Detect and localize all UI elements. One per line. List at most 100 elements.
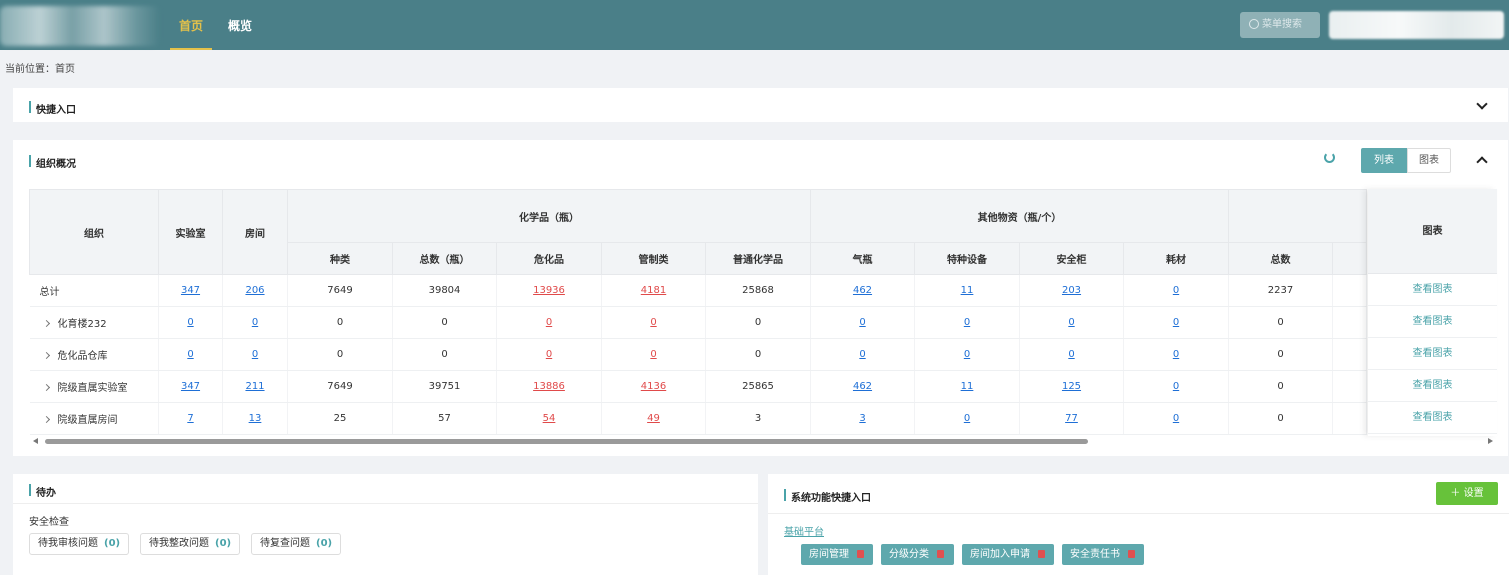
view-chart-link[interactable]: 查看图表 (1368, 274, 1497, 306)
cell-normal: 0 (705, 338, 811, 371)
link-lab[interactable]: 0 (187, 349, 193, 360)
search-icon (1249, 19, 1259, 29)
link-lab[interactable]: 0 (187, 317, 193, 328)
cell-sum: 0 (1228, 338, 1333, 371)
link-controlled[interactable]: 0 (650, 349, 656, 360)
link-controlled[interactable]: 4136 (641, 381, 666, 392)
cell-normal: 3 (705, 402, 811, 435)
chevron-right-icon[interactable] (42, 319, 50, 328)
view-chart-link[interactable]: 查看图表 (1368, 370, 1497, 402)
table-row: 危化品仓库 0 0 0 0 0 0 0 0 0 0 0 0 (29, 338, 1367, 371)
link-lab[interactable]: 7 (187, 413, 193, 424)
link-controlled[interactable]: 0 (650, 317, 656, 328)
link-cabinet[interactable]: 125 (1062, 381, 1081, 392)
link-special[interactable]: 11 (961, 381, 974, 392)
table-row: 院级直属实验室 347 211 7649 39751 13886 4136 25… (29, 370, 1367, 403)
entry-tag-responsibility[interactable]: 安全责任书 (1062, 544, 1144, 565)
chevron-down-icon[interactable] (1476, 98, 1488, 110)
cell-kinds: 7649 (287, 274, 393, 307)
link-gas[interactable]: 462 (853, 381, 872, 392)
link-consumable[interactable]: 0 (1173, 413, 1179, 424)
link-gas[interactable]: 3 (859, 413, 865, 424)
cell-total: 0 (392, 338, 497, 371)
trash-icon[interactable] (857, 550, 864, 558)
link-cabinet[interactable]: 77 (1065, 413, 1078, 424)
cell-org[interactable]: 化育楼232 (29, 306, 159, 339)
trash-icon[interactable] (1038, 550, 1045, 558)
menu-search-input[interactable]: 菜单搜索 (1240, 12, 1320, 38)
basic-platform-link[interactable]: 基础平台 (784, 523, 824, 538)
entry-tag-room-join[interactable]: 房间加入申请 (962, 544, 1054, 565)
horizontal-scrollbar[interactable] (45, 439, 1088, 444)
view-chart-button[interactable]: 图表 (1407, 148, 1451, 173)
link-hazard[interactable]: 0 (546, 349, 552, 360)
cell-org[interactable]: 院级直属实验室 (29, 370, 159, 403)
view-list-button[interactable]: 列表 (1361, 148, 1407, 173)
cell-org[interactable]: 危化品仓库 (29, 338, 159, 371)
link-cabinet[interactable]: 203 (1062, 285, 1081, 296)
link-special[interactable]: 0 (964, 317, 970, 328)
link-controlled[interactable]: 49 (647, 413, 660, 424)
link-cabinet[interactable]: 0 (1068, 317, 1074, 328)
th-kinds: 种类 (287, 242, 393, 275)
chevron-right-icon[interactable] (42, 383, 50, 392)
trash-icon[interactable] (937, 550, 944, 558)
link-lab[interactable]: 347 (181, 381, 200, 392)
link-consumable[interactable]: 0 (1173, 349, 1179, 360)
nav-tab-overview[interactable]: 概览 (228, 0, 252, 50)
settings-button[interactable]: ＋ 设置 (1436, 482, 1498, 505)
link-special[interactable]: 11 (961, 285, 974, 296)
link-hazard[interactable]: 13886 (533, 381, 565, 392)
link-gas[interactable]: 462 (853, 285, 872, 296)
view-chart-link[interactable]: 查看图表 (1368, 402, 1497, 434)
todo-label: 待复查问题 (260, 538, 310, 549)
org-overview-title: 组织概况 (29, 155, 76, 170)
chevron-right-icon[interactable] (42, 415, 50, 424)
entry-tag-room-mgmt[interactable]: 房间管理 (801, 544, 873, 565)
link-hazard[interactable]: 54 (543, 413, 556, 424)
scroll-right-arrow[interactable] (1488, 438, 1493, 444)
link-room[interactable]: 0 (252, 349, 258, 360)
link-hazard[interactable]: 0 (546, 317, 552, 328)
view-chart-link[interactable]: 查看图表 (1368, 306, 1497, 338)
link-cabinet[interactable]: 0 (1068, 349, 1074, 360)
th-cabinet: 安全柜 (1019, 242, 1124, 275)
cell-normal: 0 (705, 306, 811, 339)
link-room[interactable]: 206 (245, 285, 264, 296)
link-room[interactable]: 211 (245, 381, 264, 392)
todo-recheck-button[interactable]: 待复查问题 (0) (251, 533, 342, 555)
cell-sum: 0 (1228, 370, 1333, 403)
table-row: 化育楼232 0 0 0 0 0 0 0 0 0 0 0 0 (29, 306, 1367, 339)
chevron-right-icon[interactable] (42, 351, 50, 360)
th-chem-group: 化学品（瓶） (287, 189, 811, 243)
th-extra-group (1228, 189, 1367, 243)
link-hazard[interactable]: 13936 (533, 285, 565, 296)
tag-label: 房间加入申请 (970, 549, 1030, 560)
chevron-up-icon[interactable] (1476, 156, 1488, 168)
view-chart-link[interactable]: 查看图表 (1368, 338, 1497, 370)
menu-search-placeholder: 菜单搜索 (1262, 19, 1302, 30)
refresh-icon[interactable] (1324, 152, 1335, 163)
scroll-left-arrow[interactable] (33, 438, 38, 444)
th-hidden (1332, 242, 1367, 275)
todo-review-button[interactable]: 待我审核问题 (0) (29, 533, 130, 555)
user-info[interactable] (1329, 11, 1504, 39)
todo-rectify-button[interactable]: 待我整改问题 (0) (140, 533, 241, 555)
link-controlled[interactable]: 4181 (641, 285, 666, 296)
nav-tab-home[interactable]: 首页 (170, 0, 212, 50)
entry-tag-classification[interactable]: 分级分类 (881, 544, 954, 565)
link-room[interactable]: 13 (249, 413, 262, 424)
link-gas[interactable]: 0 (859, 349, 865, 360)
trash-icon[interactable] (1128, 550, 1135, 558)
link-special[interactable]: 0 (964, 413, 970, 424)
link-gas[interactable]: 0 (859, 317, 865, 328)
link-room[interactable]: 0 (252, 317, 258, 328)
link-consumable[interactable]: 0 (1173, 317, 1179, 328)
th-hazard: 危化品 (496, 242, 602, 275)
link-special[interactable]: 0 (964, 349, 970, 360)
quick-entry-title: 快捷入口 (29, 101, 76, 116)
link-consumable[interactable]: 0 (1173, 381, 1179, 392)
link-consumable[interactable]: 0 (1173, 285, 1179, 296)
link-lab[interactable]: 347 (181, 285, 200, 296)
cell-org[interactable]: 院级直属房间 (29, 402, 159, 435)
